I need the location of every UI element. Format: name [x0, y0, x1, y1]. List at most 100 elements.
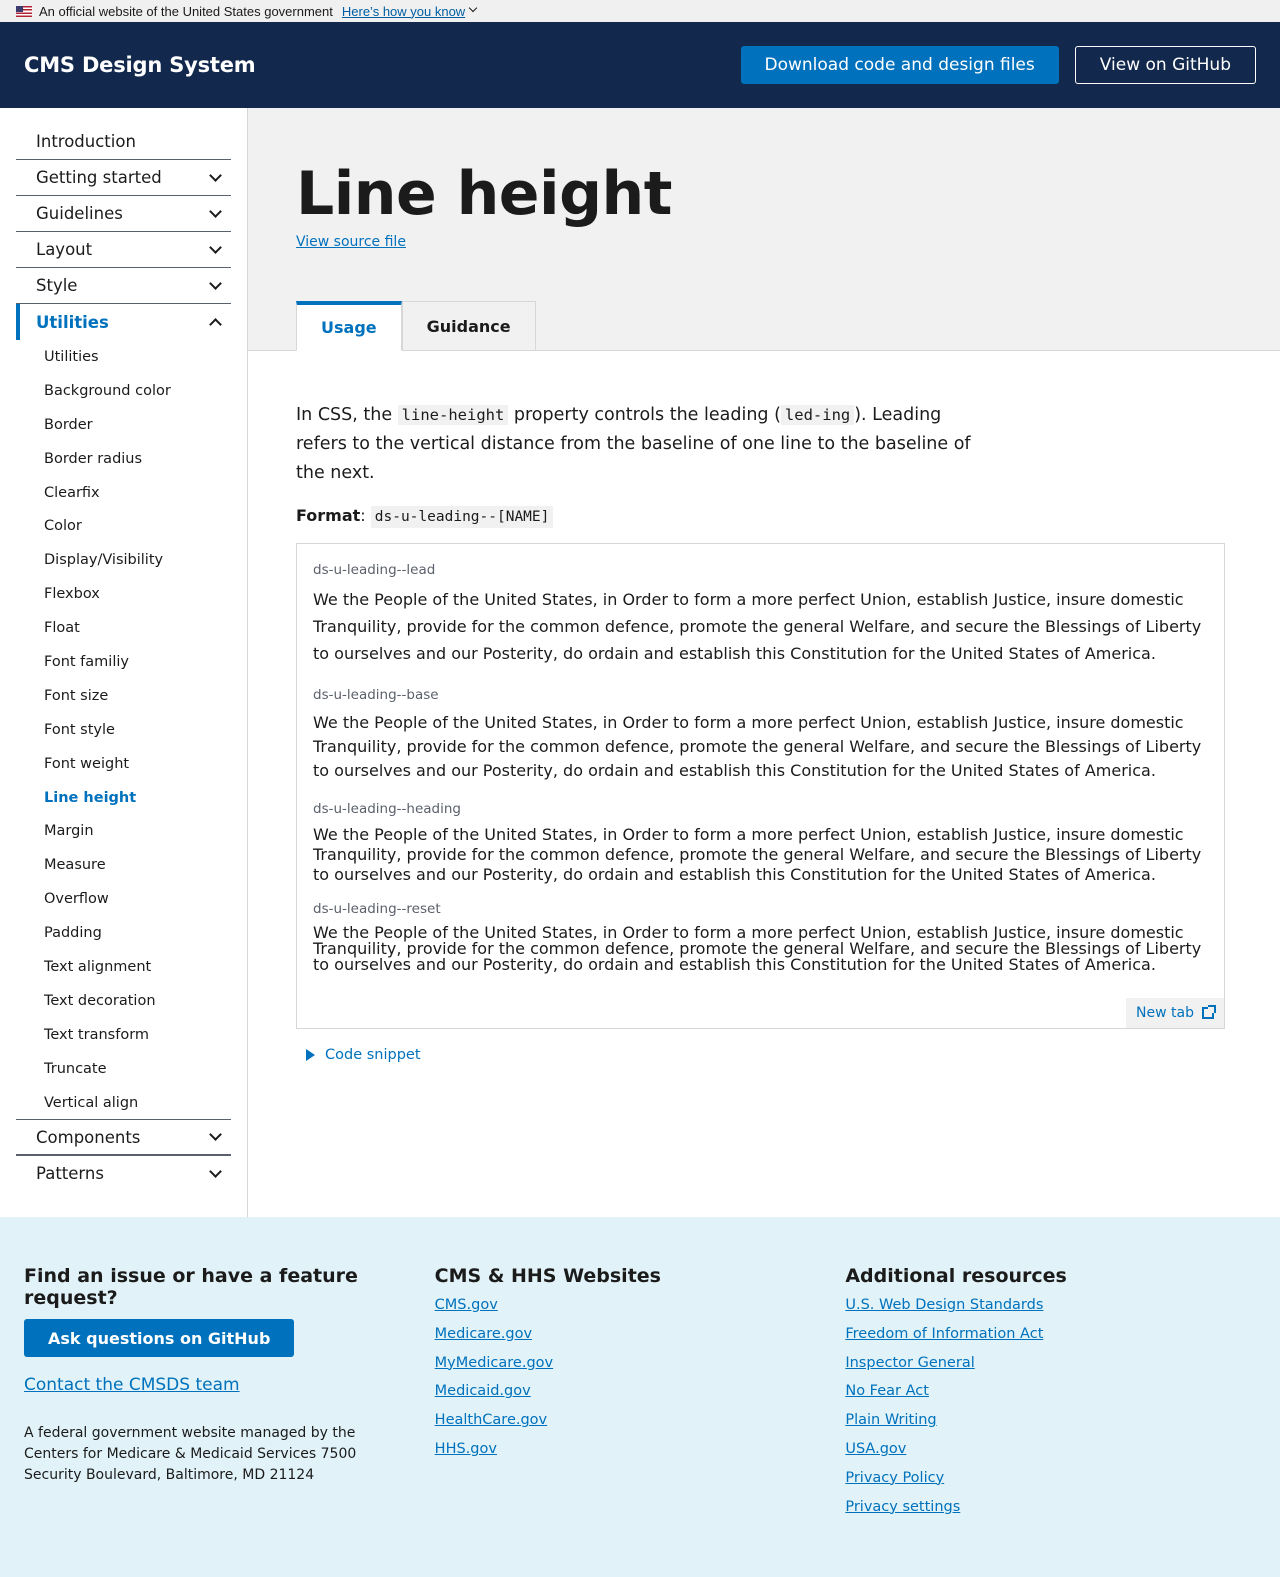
- sidebar-item-label: Layout: [36, 240, 93, 259]
- footer-link[interactable]: MyMedicare.gov: [435, 1355, 553, 1371]
- footer-link[interactable]: CMS.gov: [435, 1297, 498, 1313]
- sidebar-item-components[interactable]: Components: [16, 1119, 231, 1156]
- new-tab-button[interactable]: New tab: [1126, 998, 1224, 1028]
- page-layout: Introduction Getting started Guidelines …: [0, 108, 1280, 1217]
- sidebar-subitem[interactable]: Overflow: [16, 882, 231, 916]
- footer-address: A federal government website managed by …: [24, 1425, 357, 1483]
- sidebar-subitem[interactable]: Font style: [16, 713, 231, 747]
- sidebar-subitem[interactable]: Text alignment: [16, 950, 231, 984]
- footer-link[interactable]: Inspector General: [845, 1355, 974, 1371]
- footer-link[interactable]: No Fear Act: [845, 1383, 929, 1399]
- chevron-up-icon: [209, 318, 222, 331]
- sidebar-subitem[interactable]: Measure: [16, 848, 231, 882]
- sidebar-subitem[interactable]: Background color: [16, 374, 231, 408]
- sidebar-subitem[interactable]: Font familiy: [16, 645, 231, 679]
- footer-link[interactable]: U.S. Web Design Standards: [845, 1297, 1043, 1313]
- footer-link[interactable]: USA.gov: [845, 1441, 906, 1457]
- intro-text: In CSS, the: [296, 405, 398, 425]
- footer-link[interactable]: Medicaid.gov: [435, 1383, 531, 1399]
- intro-text: property controls the leading (: [508, 405, 781, 425]
- page-title: Line height: [296, 159, 672, 229]
- footer-link-item: Medicare.gov: [435, 1326, 846, 1355]
- sidebar-item-label: Guidelines: [36, 204, 123, 223]
- sidebar-subitem[interactable]: Vertical align: [16, 1086, 231, 1120]
- gov-banner-link[interactable]: Here’s how you know: [342, 4, 465, 19]
- sidebar-subitem[interactable]: Truncate: [16, 1052, 231, 1086]
- footer-link-item: No Fear Act: [845, 1383, 1256, 1412]
- sidebar-subitem[interactable]: Line height: [16, 781, 231, 815]
- sidebar-subitem[interactable]: Clearfix: [16, 476, 231, 510]
- sidebar-item-guidelines[interactable]: Guidelines: [16, 196, 231, 232]
- example-preview: ds-u-leading--lead We the People of the …: [296, 543, 1225, 1029]
- tab-usage[interactable]: Usage: [296, 301, 402, 351]
- new-tab-label: New tab: [1136, 1005, 1194, 1021]
- footer-link[interactable]: HealthCare.gov: [435, 1412, 547, 1428]
- header-actions: Download code and design files View on G…: [740, 46, 1256, 84]
- footer-link[interactable]: Medicare.gov: [435, 1326, 532, 1342]
- code-snippet-toggle[interactable]: Code snippet: [306, 1047, 1232, 1063]
- footer-heading: Additional resources: [845, 1265, 1067, 1287]
- sidebar-subitem[interactable]: Text decoration: [16, 984, 231, 1018]
- view-source-link[interactable]: View source file: [296, 234, 406, 250]
- sidebar-subitem[interactable]: Flexbox: [16, 577, 231, 611]
- sidebar-subitem[interactable]: Utilities: [16, 340, 231, 374]
- footer-link-item: Privacy settings: [845, 1499, 1256, 1528]
- sidebar-nav: Introduction Getting started Guidelines …: [0, 108, 248, 1217]
- footer-link-item: USA.gov: [845, 1441, 1256, 1470]
- chevron-down-icon[interactable]: [468, 3, 478, 13]
- github-button[interactable]: View on GitHub: [1074, 46, 1256, 84]
- sidebar-item-getting-started[interactable]: Getting started: [16, 160, 231, 196]
- sidebar-item-label: Introduction: [36, 132, 136, 151]
- sidebar-item-label: Style: [36, 276, 78, 295]
- chevron-down-icon: [209, 276, 222, 290]
- footer-link[interactable]: Plain Writing: [845, 1412, 936, 1428]
- sidebar-subitem[interactable]: Border radius: [16, 442, 231, 476]
- sidebar-subitem[interactable]: Text transform: [16, 1018, 231, 1052]
- example-text: We the People of the United States, in O…: [313, 590, 1202, 663]
- footer-links: U.S. Web Design Standards Freedom of Info…: [845, 1297, 1256, 1527]
- footer-link-item: Privacy Policy: [845, 1470, 1256, 1499]
- sidebar-subitem[interactable]: Font weight: [16, 747, 231, 781]
- intro-paragraph: In CSS, the line-height property control…: [296, 401, 976, 488]
- sidebar-subitem[interactable]: Float: [16, 611, 231, 645]
- sidebar-item-patterns[interactable]: Patterns: [16, 1155, 231, 1191]
- footer-col-feedback: Find an issue or have a feature request?…: [24, 1265, 435, 1577]
- site-title[interactable]: CMS Design System: [24, 53, 256, 77]
- footer-link[interactable]: Freedom of Information Act: [845, 1326, 1043, 1342]
- example-text: We the People of the United States, in O…: [313, 825, 1202, 884]
- sidebar-item-layout[interactable]: Layout: [16, 232, 231, 268]
- sidebar-subitem[interactable]: Padding: [16, 916, 231, 950]
- footer-link[interactable]: HHS.gov: [435, 1441, 497, 1457]
- contact-team-link[interactable]: Contact the CMSDS team: [24, 1375, 435, 1395]
- site-header: CMS Design System Download code and desi…: [0, 22, 1280, 108]
- download-button[interactable]: Download code and design files: [740, 46, 1059, 84]
- sidebar-item-style[interactable]: Style: [16, 268, 231, 304]
- ask-github-button[interactable]: Ask questions on GitHub: [24, 1319, 295, 1357]
- utilities-subnav: Utilities Background color Border Border ra…: [16, 340, 231, 1119]
- gov-banner-text: An official website of the United States…: [39, 3, 333, 19]
- sidebar-subitem[interactable]: Display/Visibility: [16, 543, 231, 577]
- example-label: ds-u-leading--base: [313, 687, 439, 703]
- chevron-down-icon: [209, 1128, 222, 1142]
- footer-link[interactable]: Privacy settings: [845, 1499, 960, 1515]
- example-text: We the People of the United States, in O…: [313, 713, 1202, 780]
- tab-guidance[interactable]: Guidance: [401, 301, 536, 351]
- chevron-down-icon: [209, 168, 222, 182]
- sidebar-item-label: Patterns: [36, 1164, 104, 1184]
- footer-link-item: Inspector General: [845, 1355, 1256, 1384]
- inline-code: line-height: [397, 405, 509, 425]
- page-tabs: Usage Guidance: [296, 301, 536, 351]
- sidebar-subitem[interactable]: Font size: [16, 679, 231, 713]
- footer-link[interactable]: Privacy Policy: [845, 1470, 944, 1486]
- sidebar-subitem[interactable]: Color: [16, 509, 231, 543]
- sidebar-subitem[interactable]: Border: [16, 408, 231, 442]
- footer-link-item: Medicaid.gov: [435, 1383, 846, 1412]
- footer-link-item: U.S. Web Design Standards: [845, 1297, 1256, 1326]
- us-flag-icon: [16, 5, 32, 17]
- chevron-down-icon: [209, 1165, 222, 1178]
- sidebar-item-introduction[interactable]: Introduction: [16, 124, 231, 160]
- sidebar-item-label: Getting started: [36, 168, 162, 187]
- sidebar-item-utilities[interactable]: Utilities: [16, 304, 231, 340]
- footer-heading: CMS & HHS Websites: [434, 1265, 661, 1287]
- sidebar-subitem[interactable]: Margin: [16, 814, 231, 848]
